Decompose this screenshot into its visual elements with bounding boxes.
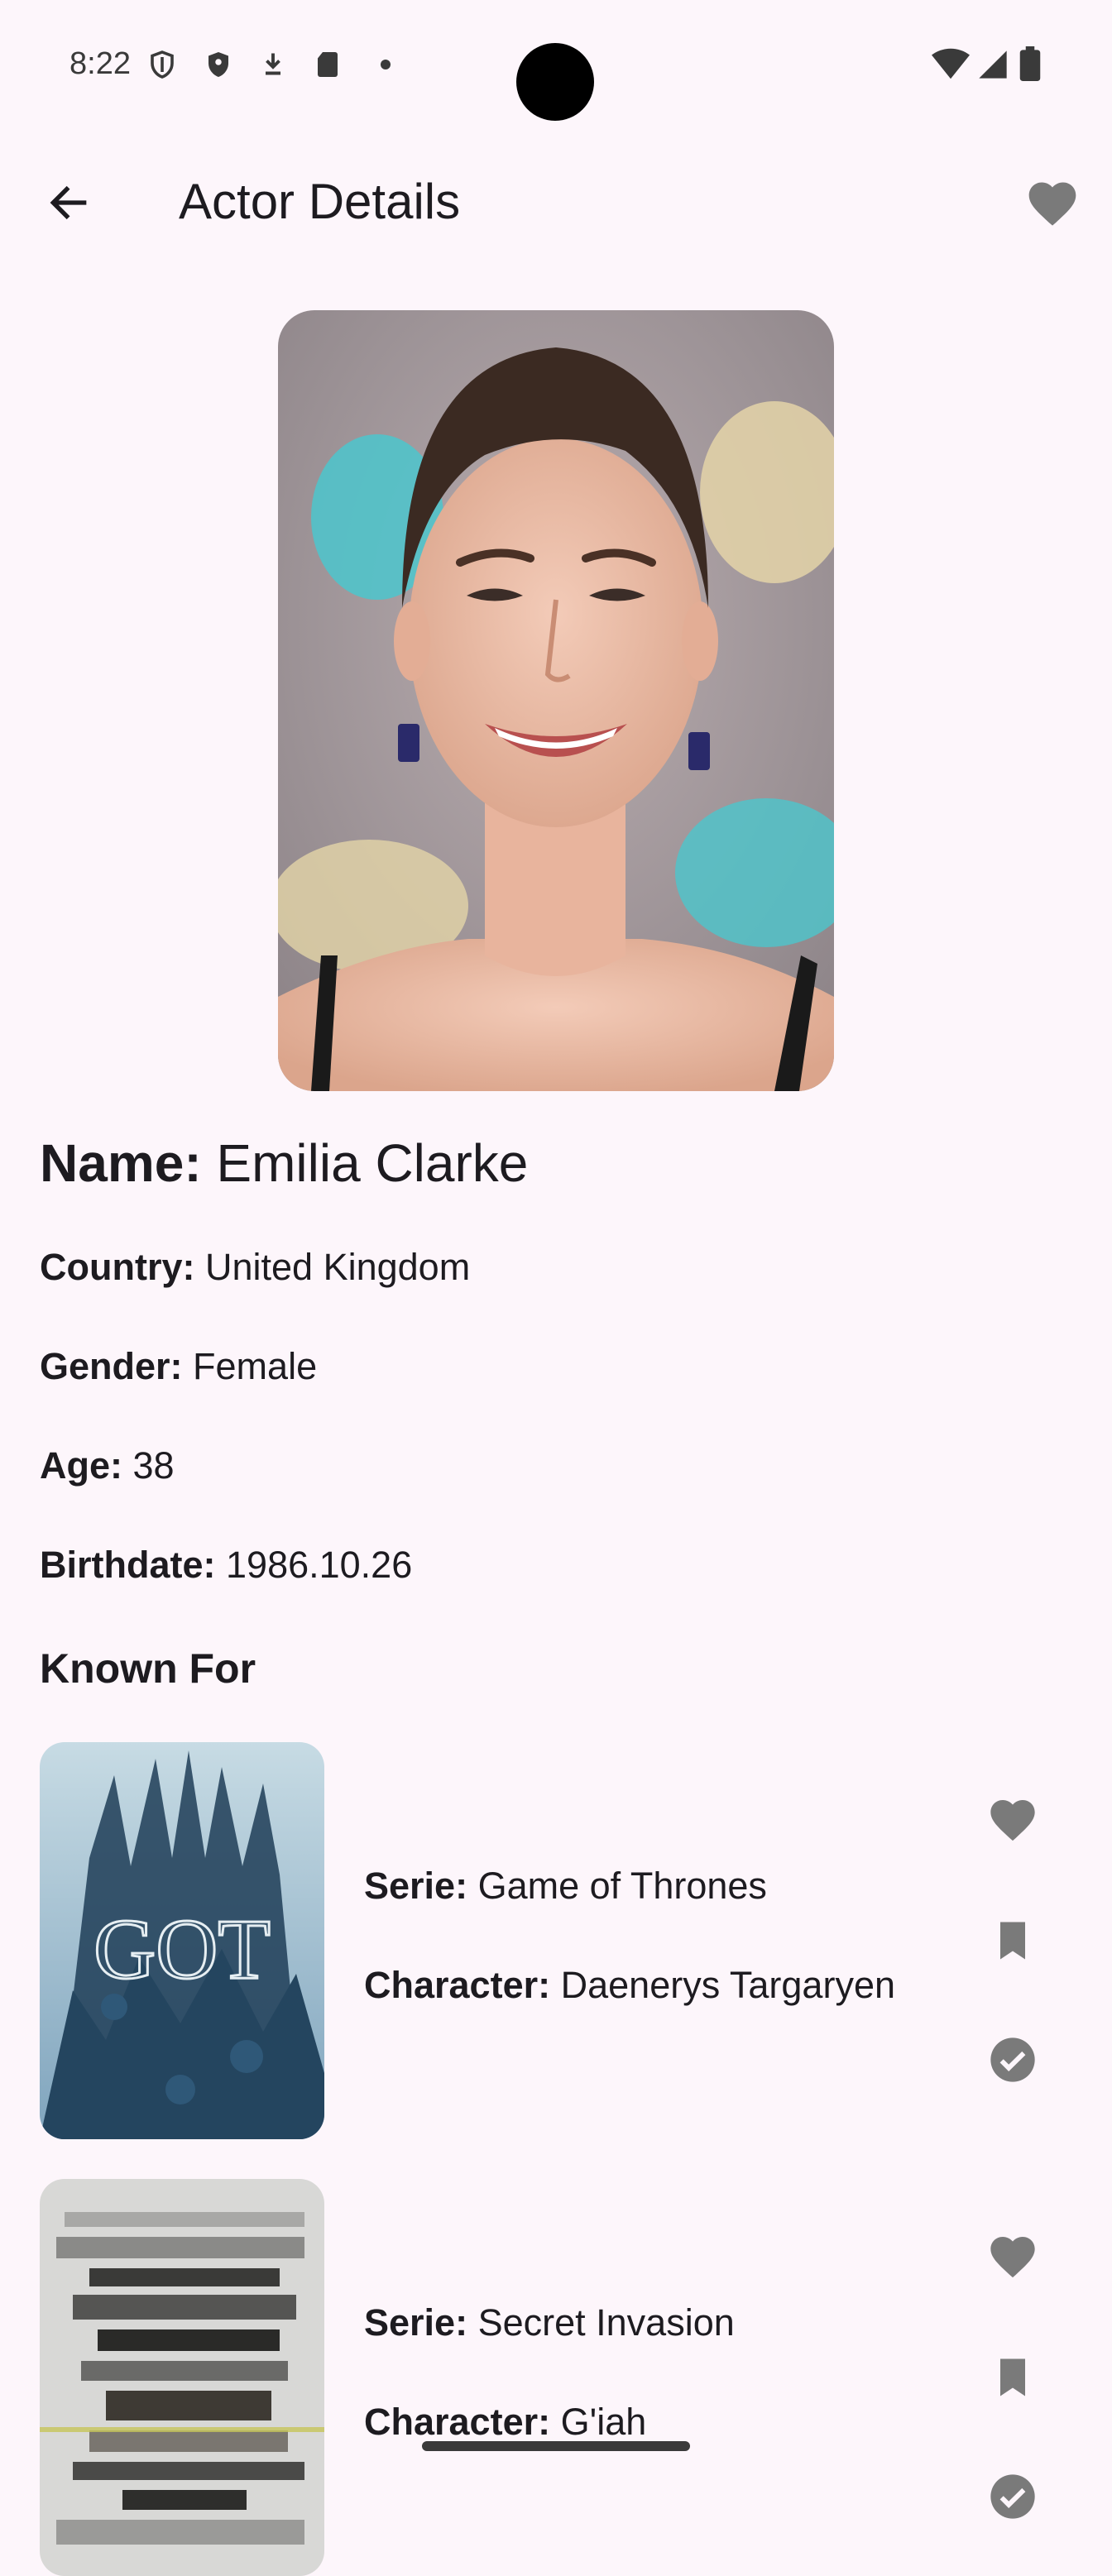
serie-line: Serie: Secret Invasion — [364, 2298, 735, 2348]
actor-age: Age: 38 — [40, 1441, 175, 1491]
serie-line: Serie: Game of Thrones — [364, 1861, 767, 1911]
age-label: Age: — [40, 1444, 122, 1487]
camera-cutout — [516, 43, 594, 121]
actor-photo-image — [278, 310, 834, 1091]
dot-icon — [381, 60, 391, 69]
bookmark-serie-button[interactable] — [980, 1908, 1046, 1974]
status-time: 8:22 — [70, 46, 131, 81]
serie-label: Serie: — [364, 1865, 468, 1907]
back-button[interactable] — [36, 170, 101, 235]
name-label: Name: — [40, 1133, 202, 1193]
age-value: 38 — [132, 1444, 175, 1487]
bookmark-icon — [1000, 1922, 1025, 1960]
gender-value: Female — [193, 1345, 318, 1387]
home-indicator[interactable] — [422, 2441, 690, 2451]
known-for-item[interactable]: Serie: Secret Invasion Character: G'iah — [0, 2179, 1112, 2576]
secret-invasion-poster — [40, 2179, 324, 2576]
shield-icon — [208, 52, 228, 77]
check-circle-icon — [990, 2037, 1035, 2082]
favorite-serie-button[interactable] — [980, 2224, 1046, 2290]
actor-birthdate: Birthdate: 1986.10.26 — [40, 1540, 412, 1590]
got-poster: GOT — [40, 1742, 324, 2139]
battery-icon — [1019, 46, 1041, 81]
known-for-item[interactable]: GOT Serie: Game of Thrones Character: Da… — [0, 1742, 1112, 2139]
character-value: Daenerys Targaryen — [560, 1964, 895, 2006]
vpn-shield-icon — [151, 50, 174, 79]
page-title: Actor Details — [179, 174, 461, 229]
wifi-icon — [932, 48, 970, 79]
heart-icon — [1028, 182, 1076, 226]
app-bar: Actor Details — [0, 149, 1112, 256]
gender-label: Gender: — [40, 1345, 183, 1387]
actor-photo — [278, 310, 834, 1091]
bookmark-serie-button[interactable] — [980, 2344, 1046, 2411]
heart-icon — [990, 2237, 1035, 2278]
signal-icon — [979, 50, 1007, 79]
name-value: Emilia Clarke — [216, 1133, 529, 1193]
character-line: Character: G'iah — [364, 2397, 646, 2447]
actor-country: Country: United Kingdom — [40, 1243, 470, 1292]
character-label: Character: — [364, 1964, 551, 2006]
watched-serie-button[interactable] — [980, 2463, 1046, 2530]
favorite-serie-button[interactable] — [980, 1787, 1046, 1853]
serie-value: Game of Thrones — [477, 1865, 767, 1907]
character-line: Character: Daenerys Targaryen — [364, 1961, 895, 2010]
known-for-title: Known For — [40, 1645, 256, 1692]
birthdate-label: Birthdate: — [40, 1544, 216, 1586]
serie-label: Serie: — [364, 2301, 468, 2344]
sd-card-icon — [318, 52, 338, 77]
poster-image: GOT — [40, 1742, 324, 2139]
download-icon — [266, 53, 280, 75]
actor-name: Name: Emilia Clarke — [40, 1127, 528, 1199]
poster-image — [40, 2179, 324, 2576]
country-value: United Kingdom — [205, 1246, 471, 1288]
back-arrow-icon — [50, 185, 87, 220]
serie-value: Secret Invasion — [477, 2301, 735, 2344]
country-label: Country: — [40, 1246, 195, 1288]
heart-icon — [990, 1800, 1035, 1841]
check-circle-icon — [990, 2474, 1035, 2519]
character-value: G'iah — [560, 2401, 647, 2443]
watched-serie-button[interactable] — [980, 2027, 1046, 2093]
favorite-button[interactable] — [1018, 169, 1087, 238]
character-label: Character: — [364, 2401, 551, 2443]
poster-logo: GOT — [93, 1902, 271, 1997]
birthdate-value: 1986.10.26 — [226, 1544, 413, 1586]
bookmark-icon — [1000, 2358, 1025, 2396]
actor-gender: Gender: Female — [40, 1342, 317, 1391]
